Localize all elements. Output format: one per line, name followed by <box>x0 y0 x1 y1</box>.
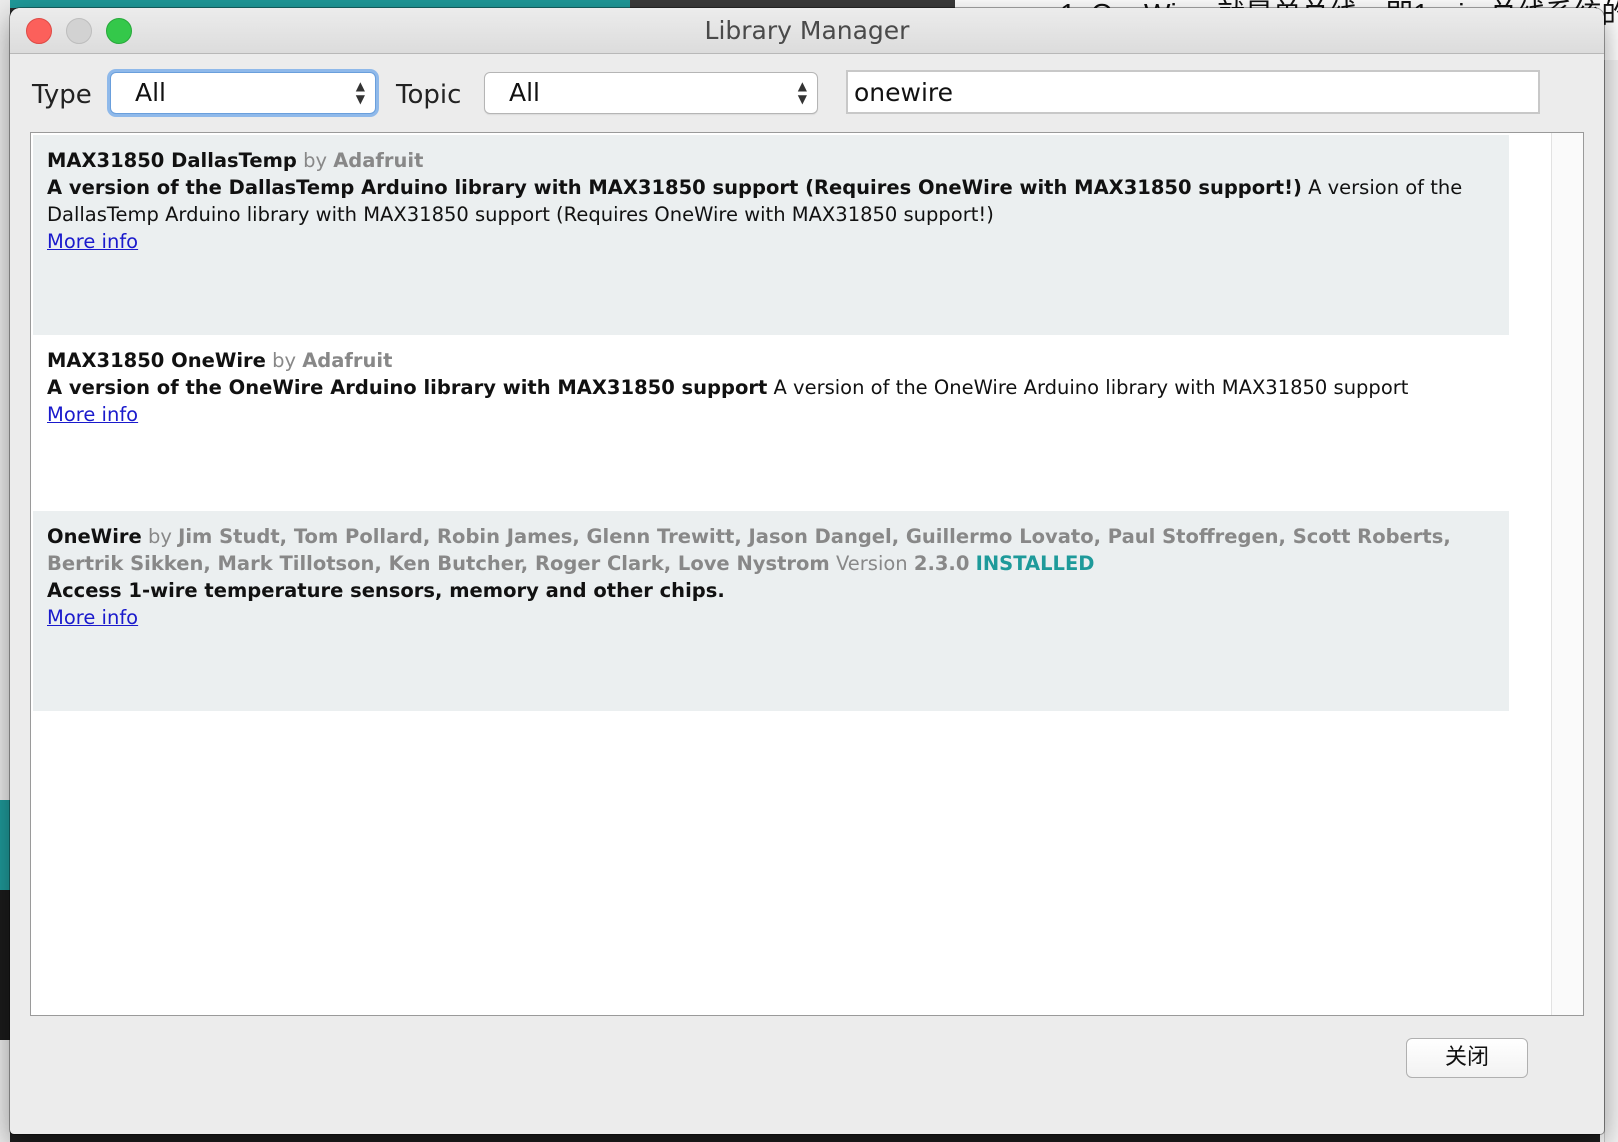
library-name: MAX31850 OneWire <box>47 349 266 372</box>
library-summary: A version of the OneWire Arduino library… <box>47 376 768 399</box>
library-name: OneWire <box>47 525 142 548</box>
topic-select-value: All <box>509 78 540 107</box>
more-info-link[interactable]: More info <box>47 228 138 255</box>
by-label: by <box>147 525 172 548</box>
library-author: Adafruit <box>333 149 424 172</box>
library-summary: A version of the DallasTemp Arduino libr… <box>47 176 1302 199</box>
library-author: Adafruit <box>302 349 393 372</box>
library-version: 2.3.0 <box>913 552 970 575</box>
background-window-fragment <box>630 0 955 8</box>
library-description: A version of the OneWire Arduino library… <box>773 376 1409 399</box>
type-select[interactable]: All ▲ ▼ <box>110 72 376 114</box>
list-item[interactable]: OneWire by Jim Studt, Tom Pollard, Robin… <box>33 511 1509 711</box>
installed-badge: INSTALLED <box>975 552 1095 575</box>
topic-label: Topic <box>396 80 462 110</box>
by-label: by <box>272 349 297 372</box>
list-item[interactable]: MAX31850 DallasTemp by Adafruit A versio… <box>33 135 1509 335</box>
background-window-fragment <box>0 800 10 890</box>
close-button[interactable]: 关闭 <box>1406 1038 1528 1078</box>
background-window-fragment <box>0 0 630 8</box>
background-window-fragment <box>0 890 10 1040</box>
select-arrows-icon: ▲ ▼ <box>355 79 365 106</box>
library-manager-window: Library Manager Type All ▲ ▼ Topic All ▲ ▼… <box>10 8 1604 1134</box>
select-arrows-icon: ▲ ▼ <box>797 79 807 106</box>
library-summary: Access 1-wire temperature sensors, memor… <box>47 579 725 602</box>
list-scrollbar[interactable] <box>1551 133 1583 1015</box>
search-input[interactable] <box>846 70 1540 114</box>
title-bar[interactable]: Library Manager <box>10 8 1604 54</box>
more-info-link[interactable]: More info <box>47 401 138 428</box>
list-item[interactable]: MAX31850 OneWire by Adafruit A version o… <box>33 335 1509 511</box>
background-document-edge <box>1604 60 1618 1142</box>
type-label: Type <box>32 80 92 110</box>
library-author: Jim Studt, Tom Pollard, Robin James, Gle… <box>47 525 1451 575</box>
version-label: Version <box>835 552 908 575</box>
library-list[interactable]: MAX31850 DallasTemp by Adafruit A versio… <box>30 132 1584 1016</box>
by-label: by <box>303 149 327 172</box>
type-select-value: All <box>135 78 166 107</box>
library-name: MAX31850 DallasTemp <box>47 149 297 172</box>
topic-select[interactable]: All ▲ ▼ <box>484 72 818 114</box>
window-title: Library Manager <box>704 16 910 45</box>
more-info-link[interactable]: More info <box>47 604 138 631</box>
